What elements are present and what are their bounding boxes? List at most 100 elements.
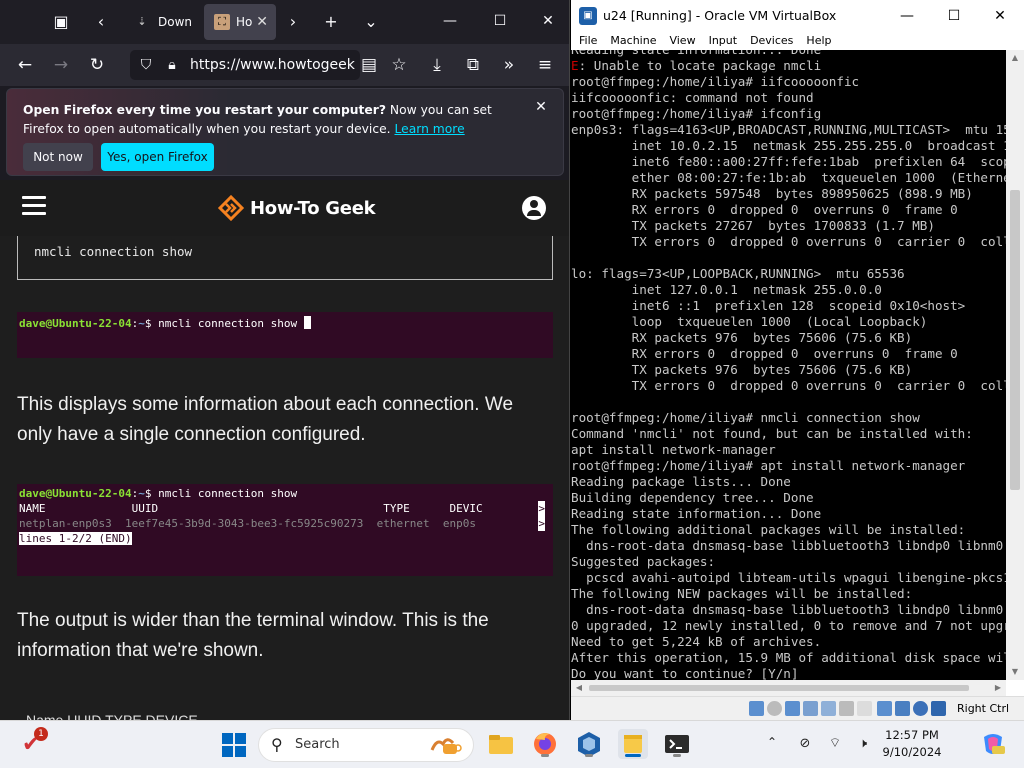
list-all-tabs-icon[interactable]: ⌄ bbox=[358, 9, 384, 35]
site-logo[interactable]: How-To Geek bbox=[218, 194, 376, 222]
paragraph-1: This displays some information about eac… bbox=[17, 394, 514, 445]
search-icon: ⚲ bbox=[271, 735, 283, 754]
menu-view[interactable]: View bbox=[669, 32, 695, 50]
shared-folders-icon[interactable] bbox=[839, 701, 854, 716]
forward-icon[interactable]: → bbox=[48, 52, 74, 78]
virtualbox-taskbar-icon[interactable] bbox=[574, 729, 604, 759]
terminal-line: Building dependency tree... Done bbox=[571, 490, 814, 505]
url-bar[interactable]: ⛉ 🔒︎ https://www.howtogeek.co bbox=[130, 50, 360, 80]
host-key-label: Right Ctrl bbox=[957, 702, 1010, 715]
extensions-icon[interactable]: ⧉ bbox=[460, 52, 486, 78]
vb-close-icon[interactable]: ✕ bbox=[977, 1, 1023, 31]
close-window-icon[interactable]: ✕ bbox=[528, 6, 568, 36]
back-icon[interactable]: ← bbox=[12, 52, 38, 78]
mouse-integration-icon[interactable] bbox=[913, 701, 928, 716]
clock-date: 9/10/2024 bbox=[882, 745, 942, 759]
tray-overflow-icon[interactable]: ⌃ bbox=[764, 735, 780, 751]
vm-console[interactable]: Reading state information... DoneE: Unab… bbox=[571, 50, 1006, 680]
code-command: nmcli connection show bbox=[34, 244, 193, 259]
copilot-icon[interactable] bbox=[978, 729, 1008, 759]
scroll-left-icon[interactable]: ◀ bbox=[571, 680, 587, 696]
maximize-icon[interactable]: ☐ bbox=[480, 6, 520, 36]
menu-input[interactable]: Input bbox=[709, 32, 737, 50]
recording-icon[interactable] bbox=[877, 701, 892, 716]
vb-status-bar: Right Ctrl bbox=[571, 696, 1024, 720]
table-row: netplan-enp0s3 1eef7e45-3b9d-3043-bee3-f… bbox=[19, 517, 476, 530]
terminal-line: 0 upgraded, 12 newly installed, 0 to rem… bbox=[571, 618, 1006, 633]
reload-icon[interactable]: ↻ bbox=[84, 52, 110, 78]
audio-icon[interactable] bbox=[785, 701, 800, 716]
prompt-command: $ nmcli connection show bbox=[144, 317, 304, 330]
taskbar-search[interactable]: ⚲ Search bbox=[258, 728, 474, 762]
terminal-line: Reading state information... Done bbox=[571, 506, 822, 521]
yes-open-firefox-button[interactable]: Yes, open Firefox bbox=[101, 143, 214, 171]
logo-text: How-To Geek bbox=[250, 197, 376, 219]
network-tray-icon[interactable]: ⊘ bbox=[796, 735, 814, 753]
usb-icon[interactable] bbox=[821, 701, 836, 716]
menu-devices[interactable]: Devices bbox=[750, 32, 793, 50]
terminal-line: TX packets 976 bytes 75606 (75.6 KB) bbox=[571, 362, 913, 377]
url-text[interactable]: https://www.howtogeek.co bbox=[190, 50, 355, 80]
start-button[interactable] bbox=[218, 729, 250, 761]
file-explorer-icon[interactable] bbox=[486, 729, 516, 759]
vb-horizontal-scrollbar[interactable]: ◀ ▶ bbox=[571, 680, 1006, 696]
menu-file[interactable]: File bbox=[579, 32, 597, 50]
tab-download[interactable]: ⇣ Down bbox=[120, 4, 200, 40]
table-header-peek: Name UUID TYPE DEVICE bbox=[26, 712, 198, 720]
wifi-tray-icon[interactable]: ⌔ bbox=[826, 735, 844, 753]
overflow-menu-icon[interactable]: » bbox=[496, 52, 522, 78]
download-favicon-icon: ⇣ bbox=[137, 15, 147, 28]
search-placeholder: Search bbox=[295, 737, 340, 752]
display-icon[interactable] bbox=[857, 701, 872, 716]
new-tab-icon[interactable]: + bbox=[318, 9, 344, 35]
storage-icon[interactable] bbox=[749, 701, 764, 716]
scroll-thumb[interactable] bbox=[1010, 190, 1020, 490]
article-content: nmcli connection show dave@Ubuntu-22-04:… bbox=[0, 236, 569, 720]
volume-tray-icon[interactable]: 🕨︎ bbox=[854, 735, 872, 753]
cpu-icon[interactable] bbox=[895, 701, 910, 716]
vb-minimize-icon[interactable]: — bbox=[884, 1, 930, 31]
more-indicator: > bbox=[538, 516, 545, 531]
scroll-right-icon[interactable]: ▶ bbox=[990, 680, 1006, 696]
scroll-down-icon[interactable]: ▼ bbox=[1006, 664, 1024, 680]
not-now-button[interactable]: Not now bbox=[23, 143, 93, 171]
clock-time: 12:57 PM bbox=[885, 728, 939, 742]
vb-window-title: u24 [Running] - Oracle VM VirtualBox bbox=[603, 8, 837, 23]
keyboard-icon[interactable] bbox=[931, 701, 946, 716]
terminal-line: dns-root-data dnsmasq-base libbluetooth3… bbox=[571, 538, 1004, 553]
minimize-icon[interactable]: — bbox=[430, 6, 470, 36]
account-icon[interactable] bbox=[522, 196, 546, 220]
bookmark-star-icon[interactable]: ☆ bbox=[386, 52, 412, 78]
vb-vertical-scrollbar[interactable]: ▲ ▼ bbox=[1006, 50, 1024, 680]
vb-maximize-icon[interactable]: ☐ bbox=[931, 1, 977, 31]
search-highlight-icon bbox=[430, 738, 462, 754]
optical-drive-icon[interactable] bbox=[767, 701, 782, 716]
network-icon[interactable] bbox=[803, 701, 818, 716]
tab-howtogeek[interactable]: ⛶ Ho ✕ bbox=[204, 4, 276, 40]
site-header: How-To Geek bbox=[0, 180, 569, 236]
vpn-app-icon[interactable]: ✔ 1 bbox=[22, 727, 52, 757]
shield-icon[interactable]: ⛉ bbox=[136, 52, 156, 78]
lock-icon[interactable]: 🔒︎ bbox=[162, 52, 182, 78]
menu-help[interactable]: Help bbox=[806, 32, 831, 50]
scroll-thumb[interactable] bbox=[589, 685, 969, 691]
notification-close-icon[interactable]: ✕ bbox=[533, 99, 549, 115]
terminal-line: inet 10.0.2.15 netmask 255.255.255.0 bro… bbox=[631, 138, 1006, 153]
learn-more-link[interactable]: Learn more bbox=[395, 122, 465, 136]
tab-scroll-left-icon[interactable]: ‹ bbox=[88, 9, 114, 35]
downloads-icon[interactable]: ⤓ bbox=[424, 52, 450, 78]
taskbar-clock[interactable]: 12:57 PM 9/10/2024 bbox=[880, 727, 944, 761]
terminal-taskbar-icon[interactable] bbox=[662, 729, 692, 759]
tab-scroll-right-icon[interactable]: › bbox=[280, 9, 306, 35]
scroll-up-icon[interactable]: ▲ bbox=[1006, 50, 1024, 66]
app-menu-icon[interactable]: ≡ bbox=[532, 52, 558, 78]
terminal-line: After this operation, 15.9 MB of additio… bbox=[571, 650, 1006, 665]
menu-machine[interactable]: Machine bbox=[610, 32, 656, 50]
firefox-taskbar-icon[interactable] bbox=[530, 729, 560, 759]
tab-close-icon[interactable]: ✕ bbox=[256, 4, 268, 40]
terminal-line: RX packets 597548 bytes 898950625 (898.9… bbox=[571, 186, 973, 201]
sticky-notes-icon[interactable] bbox=[618, 729, 648, 759]
tab-list-icon[interactable]: ▣ bbox=[48, 9, 74, 35]
reader-view-icon[interactable]: ▤ bbox=[356, 52, 382, 78]
site-menu-icon[interactable] bbox=[22, 196, 46, 220]
